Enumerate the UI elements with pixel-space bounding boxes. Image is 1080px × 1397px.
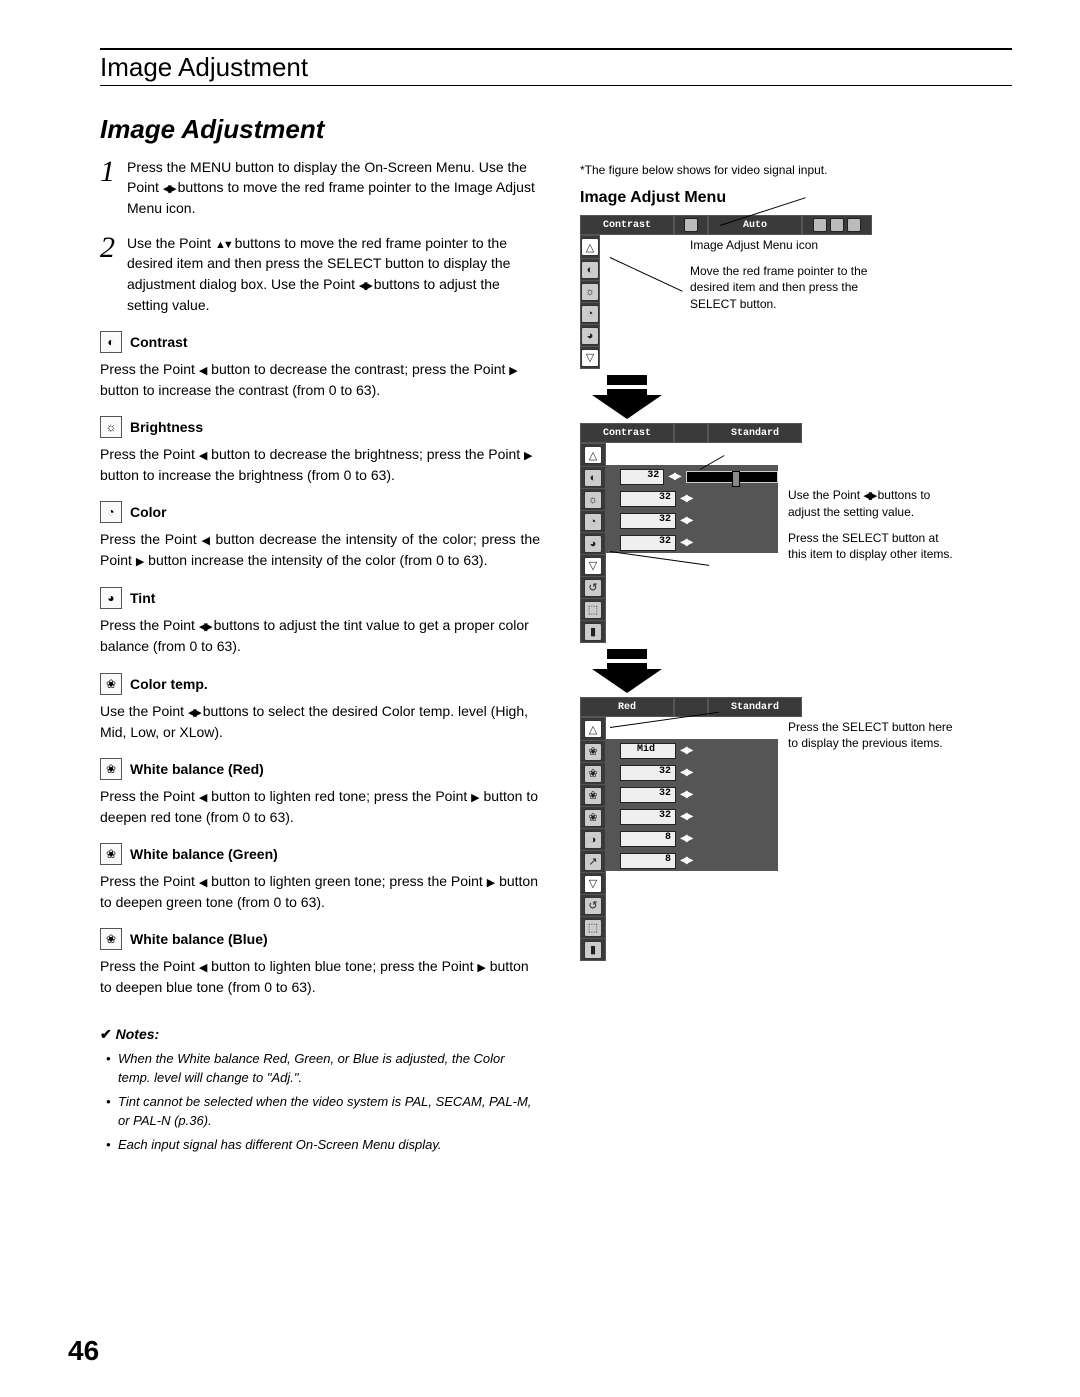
arrow-right-icon xyxy=(487,873,495,889)
item-brightness: ☼Brightness Press the Point button to de… xyxy=(100,416,540,485)
section-title: Image Adjustment xyxy=(100,114,1012,145)
item-colortemp: ❀Color temp. Use the Point buttons to se… xyxy=(100,673,540,742)
osd-menu-3: Red Standard △ ❀ ❀ ❀ ❀ ◑ ↗ ▽ ↺ xyxy=(580,697,960,961)
item-contrast: ◐Contrast Press the Point button to decr… xyxy=(100,331,540,400)
osd-title: Contrast xyxy=(580,423,674,443)
arrows-lr-icon xyxy=(163,179,174,195)
callout-red-frame: Move the red frame pointer to the desire… xyxy=(690,263,880,312)
arrows-lr-icon xyxy=(863,488,874,502)
osd-value: Mid xyxy=(620,743,676,759)
arrows-ud-icon xyxy=(215,235,231,251)
osd-value: 32 xyxy=(620,491,676,507)
osd-value: 32 xyxy=(620,535,676,551)
step-2: 2 Use the Point buttons to move the red … xyxy=(100,233,540,315)
arrows-lr-icon xyxy=(359,276,370,292)
step-body: Use the Point buttons to move the red fr… xyxy=(127,233,540,315)
item-wb-red: ❀White balance (Red) Press the Point but… xyxy=(100,758,540,827)
step-1: 1 Press the MENU button to display the O… xyxy=(100,157,540,219)
notes-heading: Notes: xyxy=(100,1026,540,1043)
callout-adjust: Use the Point buttons to adjust the sett… xyxy=(788,487,960,520)
wb-blue-icon: ❀ xyxy=(100,928,122,950)
menu-heading: Image Adjust Menu xyxy=(580,189,1012,207)
arrow-right-icon xyxy=(477,958,485,974)
page-number: 46 xyxy=(68,1335,99,1367)
slider-icon xyxy=(686,471,778,483)
note-item: Tint cannot be selected when the video s… xyxy=(118,1092,540,1131)
osd-mode: Standard xyxy=(708,423,802,443)
osd-sidebar: △ ❀ ❀ ❀ ❀ ◑ ↗ ▽ ↺ ⬚ ▮ xyxy=(580,717,606,961)
down-arrow-icon xyxy=(592,649,662,693)
osd-menu-icon xyxy=(674,215,708,235)
step-body: Press the MENU button to display the On-… xyxy=(127,157,540,219)
contrast-icon: ◐ xyxy=(100,331,122,353)
osd-icons xyxy=(802,215,872,235)
osd-sidebar: △ ◐ ☼ ◔ ◕ ▽ ↺ ⬚ ▮ xyxy=(580,443,606,643)
wb-red-icon: ❀ xyxy=(100,758,122,780)
arrow-right-icon xyxy=(471,788,479,804)
callout-previous: Press the SELECT button here to display … xyxy=(788,719,960,751)
page-header: Image Adjustment xyxy=(100,52,1012,83)
osd-value: 32 xyxy=(620,513,676,529)
arrow-left-icon xyxy=(201,531,210,547)
osd-sidebar: △ ◐ ☼ ◔ ◕ ▽ xyxy=(580,235,600,369)
osd-value: 32 xyxy=(620,765,676,781)
arrows-lr-icon xyxy=(188,703,199,719)
osd-value: 8 xyxy=(620,853,676,869)
osd-title: Red xyxy=(580,697,674,717)
osd-value: 32 xyxy=(620,469,664,485)
item-color: ◔Color Press the Point button decrease t… xyxy=(100,501,540,571)
arrow-right-icon xyxy=(524,446,532,462)
osd-value: 8 xyxy=(620,831,676,847)
osd-menu-1: Contrast Auto △ ◐ ☼ ◔ ◕ ▽ Image A xyxy=(580,215,880,369)
callout-menu-icon: Image Adjust Menu icon xyxy=(690,237,880,253)
brightness-icon: ☼ xyxy=(100,416,122,438)
osd-mode: Standard xyxy=(708,697,802,717)
note-item: When the White balance Red, Green, or Bl… xyxy=(118,1049,540,1088)
wb-green-icon: ❀ xyxy=(100,843,122,865)
color-icon: ◔ xyxy=(100,501,122,523)
item-wb-green: ❀White balance (Green) Press the Point b… xyxy=(100,843,540,912)
tint-icon: ◕ xyxy=(100,587,122,609)
note-item: Each input signal has different On-Scree… xyxy=(118,1135,540,1155)
down-arrow-icon xyxy=(592,375,662,419)
osd-value: 32 xyxy=(620,787,676,803)
step-number: 2 xyxy=(100,233,115,315)
notes-list: When the White balance Red, Green, or Bl… xyxy=(100,1049,540,1155)
callout-select: Press the SELECT button at this item to … xyxy=(788,530,960,562)
figure-caption: *The figure below shows for video signal… xyxy=(580,163,1012,177)
item-tint: ◕Tint Press the Point buttons to adjust … xyxy=(100,587,540,656)
step-number: 1 xyxy=(100,157,115,219)
item-wb-blue: ❀White balance (Blue) Press the Point bu… xyxy=(100,928,540,997)
arrow-right-icon xyxy=(509,361,517,377)
arrow-right-icon xyxy=(136,552,144,568)
osd-menu-2: Contrast Standard △ ◐ ☼ ◔ ◕ ▽ ↺ ⬚ ▮ xyxy=(580,423,960,643)
osd-value: 32 xyxy=(620,809,676,825)
arrows-lr-icon xyxy=(199,617,210,633)
colortemp-icon: ❀ xyxy=(100,673,122,695)
osd-title: Contrast xyxy=(580,215,674,235)
